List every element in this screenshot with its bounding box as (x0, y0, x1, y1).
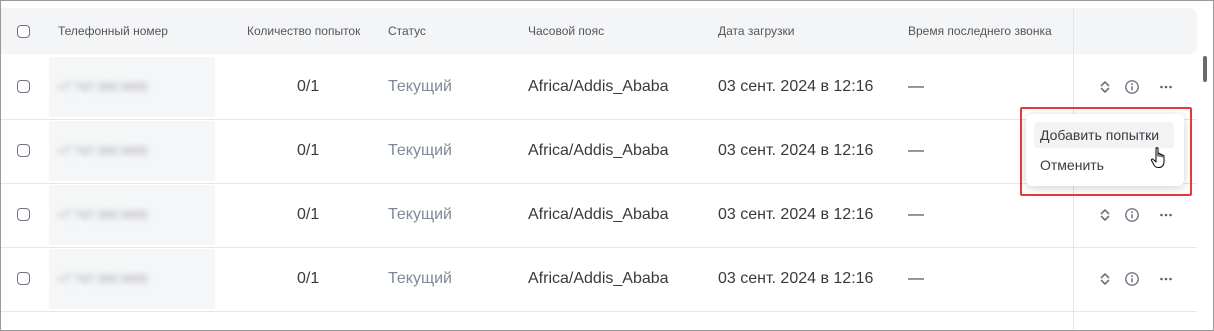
status-value: Текущий (388, 78, 452, 95)
last-call-value: — (908, 142, 924, 159)
status-value: Текущий (388, 142, 452, 159)
timezone-value: Africa/Addis_Ababa (528, 78, 669, 95)
table-row[interactable]: +7 747 000 0000 0/1 Текущий Africa/Addis… (1, 183, 1197, 248)
upload-date-value: 03 сент. 2024 в 12:16 (718, 78, 874, 95)
last-call-value: — (908, 270, 924, 287)
row-checkbox[interactable] (17, 144, 30, 157)
sort-arrows-icon[interactable] (1097, 207, 1113, 223)
row-checkbox[interactable] (17, 272, 30, 285)
status-value: Текущий (388, 270, 452, 287)
upload-date-value: 03 сент. 2024 в 12:16 (718, 142, 874, 159)
last-call-value: — (908, 206, 924, 223)
sort-arrows-icon[interactable] (1097, 271, 1113, 287)
more-icon[interactable] (1158, 271, 1174, 287)
attempts-value: 0/1 (297, 206, 320, 223)
phone-number: +7 747 000 0000 (57, 272, 148, 286)
header-attempts[interactable]: Количество попыток (247, 8, 360, 54)
row-checkbox[interactable] (17, 80, 30, 93)
attempts-value: 0/1 (297, 78, 320, 95)
last-call-value: — (908, 78, 924, 95)
more-icon[interactable] (1158, 79, 1174, 95)
table-row[interactable]: +7 747 000 0000 0/1 Текущий Africa/Addis… (1, 247, 1197, 312)
timezone-value: Africa/Addis_Ababa (528, 142, 669, 159)
info-icon[interactable] (1124, 207, 1140, 223)
info-icon[interactable] (1124, 271, 1140, 287)
vertical-scrollbar[interactable] (1203, 56, 1207, 82)
info-icon[interactable] (1124, 79, 1140, 95)
attempts-value: 0/1 (297, 270, 320, 287)
attempts-value: 0/1 (297, 142, 320, 159)
header-phone[interactable]: Телефонный номер (58, 8, 168, 54)
table-row[interactable]: +7 747 000 0000 0/1 Текущий Africa/Addis… (1, 55, 1197, 120)
table-row[interactable]: +7 747 000 0000 0/1 Текущий Africa/Addis… (1, 119, 1197, 184)
header-upload-date[interactable]: Дата загрузки (718, 8, 794, 54)
upload-date-value: 03 сент. 2024 в 12:16 (718, 270, 874, 287)
row-checkbox[interactable] (17, 208, 30, 221)
table-header: Телефонный номер Количество попыток Стат… (1, 8, 1197, 54)
header-status[interactable]: Статус (388, 8, 426, 54)
timezone-value: Africa/Addis_Ababa (528, 206, 669, 223)
status-value: Текущий (388, 206, 452, 223)
phone-number: +7 747 000 0000 (57, 80, 148, 94)
timezone-value: Africa/Addis_Ababa (528, 270, 669, 287)
select-all-checkbox[interactable] (17, 25, 30, 38)
hand-cursor-icon (1150, 147, 1165, 169)
header-last-call[interactable]: Время последнего звонка (908, 8, 1052, 54)
sort-arrows-icon[interactable] (1097, 79, 1113, 95)
upload-date-value: 03 сент. 2024 в 12:16 (718, 206, 874, 223)
phone-number: +7 747 000 0000 (57, 144, 148, 158)
phone-number: +7 747 000 0000 (57, 208, 148, 222)
header-timezone[interactable]: Часовой пояс (528, 8, 604, 54)
more-icon[interactable] (1158, 207, 1174, 223)
